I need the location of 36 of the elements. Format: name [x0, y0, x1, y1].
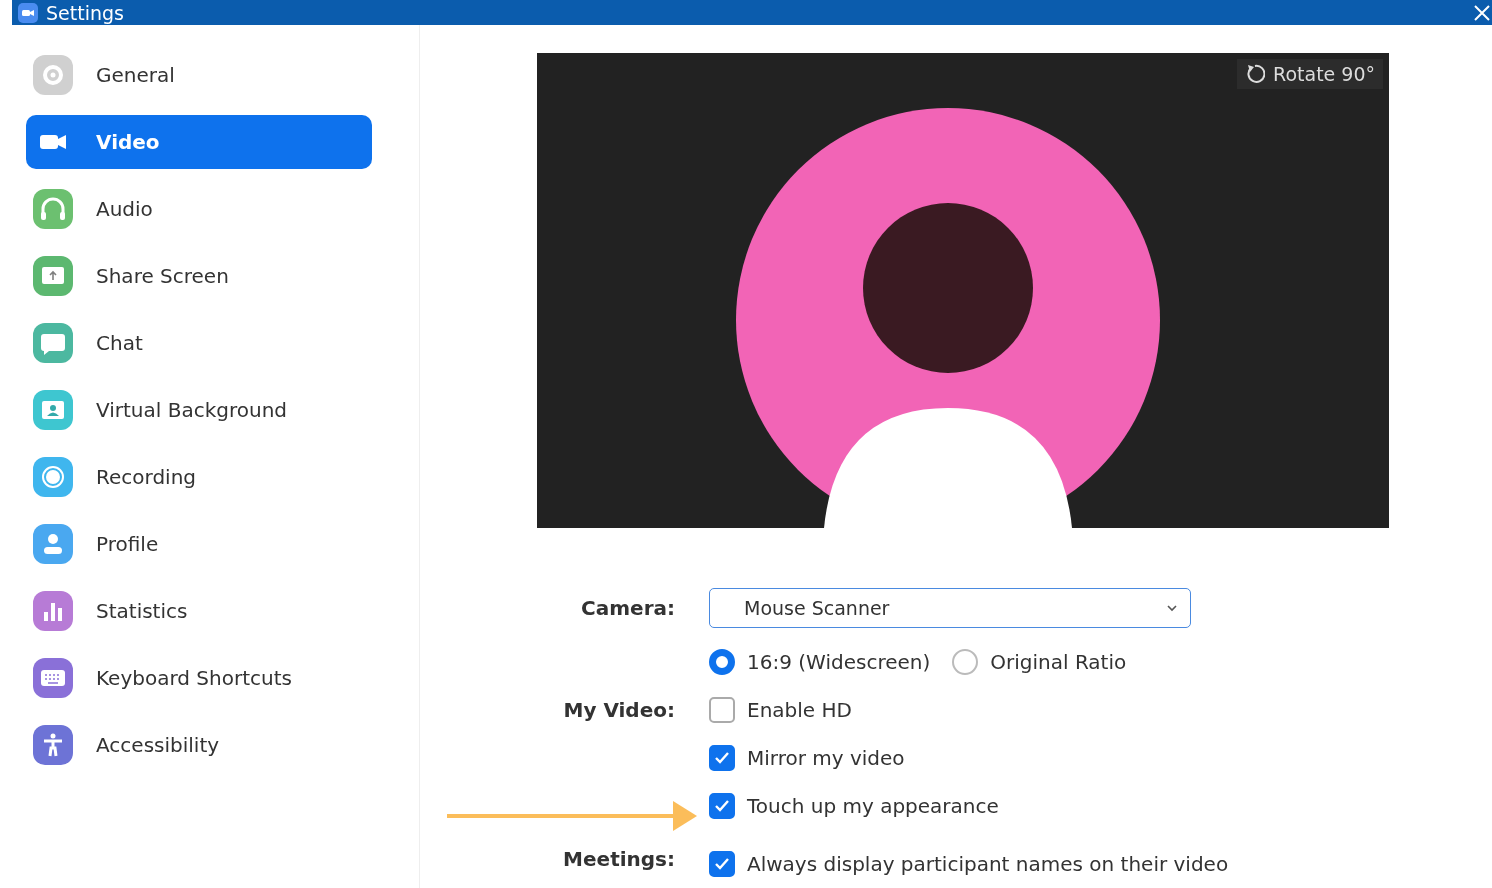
field-label: Meetings:	[563, 847, 675, 871]
rotate-icon	[1245, 64, 1266, 84]
camera-dropdown[interactable]: Mouse Scanner	[709, 588, 1191, 628]
sidebar-item[interactable]: Virtual Background	[26, 383, 372, 437]
checkbox-label: Touch up my appearance	[747, 794, 999, 818]
checkbox[interactable]	[709, 851, 735, 877]
sidebar-item[interactable]: Audio	[26, 182, 372, 236]
close-icon[interactable]	[1474, 4, 1490, 21]
sidebar-item[interactable]: Profile	[26, 517, 372, 571]
checkbox-label: Always display participant names on their video	[747, 852, 1229, 876]
rotate-button[interactable]: Rotate 90°	[1237, 59, 1383, 89]
sidebar-item[interactable]: Statistics	[26, 584, 372, 638]
checkmark-icon	[714, 857, 730, 871]
window-title: Settings	[46, 1, 124, 24]
sidebar-item[interactable]: Share Screen	[26, 249, 372, 303]
checkbox[interactable]	[709, 697, 735, 723]
sidebar-item[interactable]: Video	[26, 115, 372, 169]
field-label: Camera:	[581, 596, 675, 620]
checkbox-label: Mirror my video	[747, 746, 905, 770]
sidebar-item[interactable]: Keyboard Shortcuts	[26, 651, 372, 705]
radio-button[interactable]	[709, 649, 735, 675]
radio-label: Original Ratio	[990, 650, 1127, 674]
checkmark-icon	[714, 751, 730, 765]
radio-button[interactable]	[952, 649, 979, 675]
checkbox[interactable]	[709, 793, 735, 819]
sidebar-item[interactable]: General	[26, 48, 372, 102]
checkmark-icon	[714, 799, 730, 813]
checkbox[interactable]	[709, 745, 735, 771]
chevron-down-icon	[1166, 604, 1178, 612]
sidebar-item[interactable]: Accessibility	[26, 718, 372, 772]
radio-label: 16:9 (Widescreen)	[747, 650, 931, 674]
checkbox-label: Enable HD	[747, 698, 852, 722]
app-logo-icon	[18, 2, 38, 23]
field-label: My Video:	[563, 698, 675, 722]
sidebar-item[interactable]: Recording	[26, 450, 372, 504]
sidebar-item[interactable]: Chat	[26, 316, 372, 370]
